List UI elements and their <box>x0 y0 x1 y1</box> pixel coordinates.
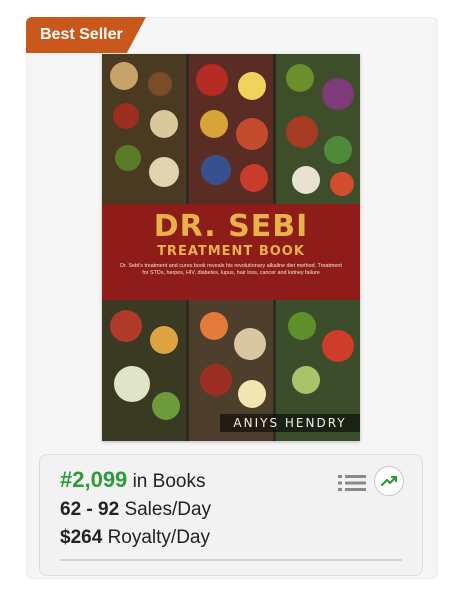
cover-title-band: DR. SEBI TREATMENT BOOK Dr. Sebi's treat… <box>102 204 360 300</box>
rank-number: #2,099 <box>60 467 128 492</box>
rank-category: in Books <box>132 471 206 492</box>
book-cover-image[interactable]: DR. SEBI TREATMENT BOOK Dr. Sebi's treat… <box>102 54 360 441</box>
trend-line-icon <box>380 475 398 487</box>
sales-stats-panel: #2,099 in Books 62 - 92 Sales/Day $264 R… <box>39 454 423 576</box>
royalty-amount: $264 <box>60 527 103 548</box>
royalty-unit: Royalty/Day <box>107 527 210 548</box>
sales-unit: Sales/Day <box>124 499 212 520</box>
sales-per-day: 62 - 92 Sales/Day <box>60 499 211 521</box>
royalty-per-day: $264 Royalty/Day <box>60 527 210 549</box>
stats-divider <box>60 559 402 561</box>
best-seller-label: Best Seller <box>40 26 123 43</box>
bestseller-rank: #2,099 in Books <box>60 467 205 493</box>
best-seller-badge: Best Seller <box>26 17 146 53</box>
cover-description: Dr. Sebi's treatment and cures book reve… <box>120 263 342 276</box>
list-icon[interactable] <box>338 473 366 493</box>
cover-title: DR. SEBI <box>153 209 309 244</box>
cover-author: ANIYS HENDRY <box>220 414 360 432</box>
cover-subtitle-title: TREATMENT BOOK <box>157 244 305 259</box>
sales-range: 62 - 92 <box>60 499 120 520</box>
trend-chart-icon[interactable] <box>374 466 404 496</box>
